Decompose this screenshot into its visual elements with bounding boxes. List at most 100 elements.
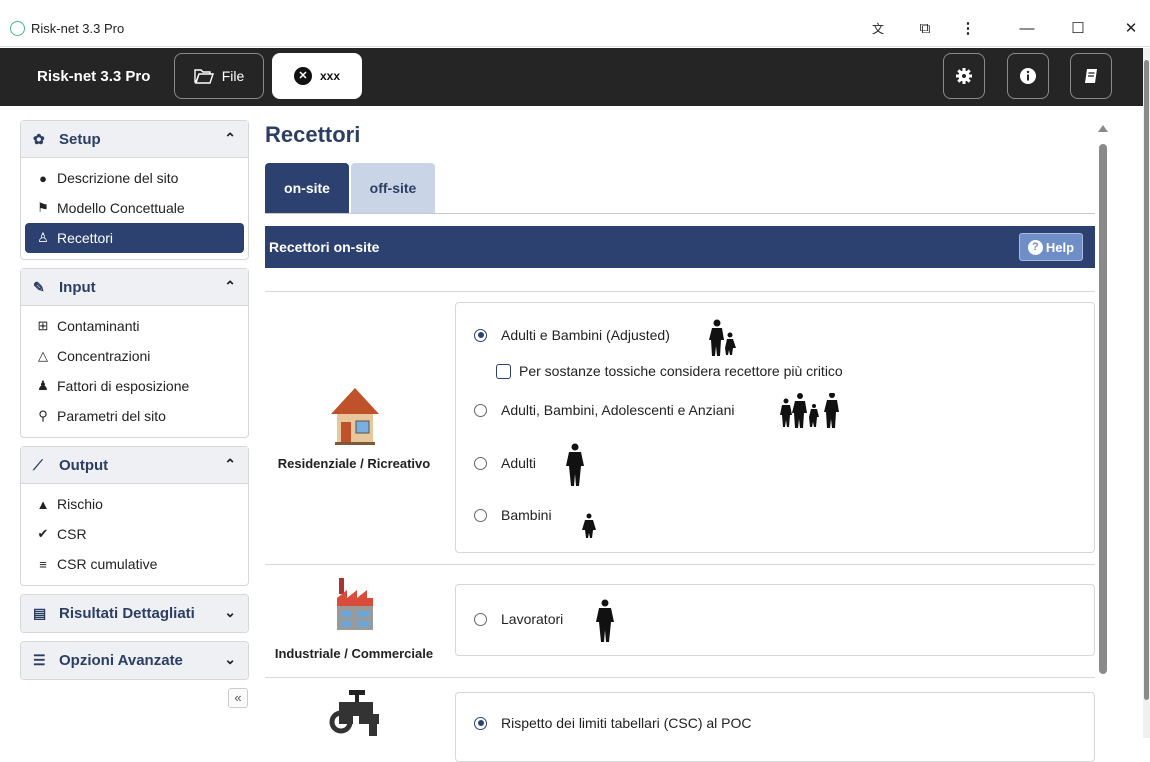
- option-adulti-bambini-adjusted[interactable]: Adulti e Bambini (Adjusted): [474, 327, 670, 343]
- table-icon: ▤: [33, 605, 47, 621]
- sidebar-item-fattori[interactable]: ♟ Fattori di esposizione: [25, 371, 244, 401]
- file-button-label: File: [221, 68, 245, 84]
- family-figures-icon: [780, 393, 839, 428]
- check-circle-icon: ✔: [37, 526, 49, 541]
- option-lavoratori[interactable]: Lavoratori: [474, 611, 563, 627]
- sidebar-item-label: Parametri del sito: [57, 408, 166, 424]
- close-project-icon[interactable]: ✕: [293, 67, 312, 85]
- manual-button[interactable]: [1070, 53, 1112, 99]
- window-titlebar: Risk-net 3.3 Pro 文 ⧉ ⋮ — ☐ ✕: [0, 0, 1150, 47]
- main-content: Recettori on-site off-site Recettori on-…: [265, 106, 1095, 762]
- sidebar-item-label: Rischio: [57, 496, 103, 512]
- list-icon: ≡: [39, 556, 47, 572]
- plus-square-icon: ⊞: [37, 318, 49, 333]
- gear-icon: ✿: [33, 130, 45, 147]
- section-label: Output: [59, 456, 109, 474]
- options-box-industriale: Lavoratori: [455, 584, 1095, 656]
- line-chart-icon: ⟋: [33, 456, 43, 473]
- option-label: Rispetto dei limiti tabellari (CSC) al P…: [501, 715, 752, 731]
- radio-button[interactable]: [474, 612, 487, 626]
- content-scrollbar[interactable]: [1097, 120, 1109, 738]
- sidebar-item-label: CSR: [57, 526, 87, 542]
- chevron-up-icon[interactable]: ⌃: [224, 456, 236, 473]
- sidebar-item-label: Concentrazioni: [57, 348, 151, 364]
- tab-divider: [265, 213, 1095, 214]
- adult-figure-icon: [566, 443, 584, 486]
- radio-button[interactable]: [474, 403, 487, 417]
- project-tab-button[interactable]: ✕ xxx: [272, 53, 362, 99]
- section-label: Input: [59, 278, 96, 296]
- scroll-thumb[interactable]: [1099, 144, 1107, 674]
- sidebar-item-recettori[interactable]: ♙ Recettori: [25, 223, 244, 253]
- tab-off-site[interactable]: off-site: [351, 163, 435, 213]
- sidebar-section-header-risultati[interactable]: ▤ Risultati Dettagliati ⌄: [21, 595, 248, 632]
- radio-button[interactable]: [474, 456, 487, 470]
- brand-label: Risk-net 3.3 Pro: [37, 68, 151, 85]
- sidebar-item-csr-cumulative[interactable]: ≡ CSR cumulative: [25, 549, 244, 579]
- maximize-button[interactable]: ☐: [1067, 20, 1089, 38]
- radio-button[interactable]: [474, 716, 487, 730]
- sidebar-section-header-opzioni[interactable]: ☰ Opzioni Avanzate ⌄: [21, 642, 248, 679]
- sidebar-item-csr[interactable]: ✔ CSR: [25, 519, 244, 549]
- sidebar-section-header-output[interactable]: ⟋ Output ⌃: [21, 447, 248, 484]
- scroll-up-arrow-icon[interactable]: [1098, 125, 1108, 132]
- sidebar-section-header-setup[interactable]: ✿ Setup ⌃: [21, 121, 248, 158]
- app-logo-icon: [10, 21, 25, 36]
- radio-button[interactable]: [474, 508, 487, 522]
- translate-icon[interactable]: 文: [867, 20, 889, 38]
- window-scrollbar[interactable]: [1143, 48, 1150, 738]
- tab-on-site[interactable]: on-site: [265, 163, 349, 213]
- warning-icon: ▲: [36, 496, 50, 512]
- sidebar-item-label: Descrizione del sito: [57, 170, 179, 186]
- adult-child-figure-icon: [709, 319, 736, 356]
- sitemap-icon: ⚑: [37, 200, 49, 215]
- help-button[interactable]: ? Help: [1019, 233, 1083, 261]
- chevron-down-icon[interactable]: ⌄: [224, 651, 236, 668]
- settings-button[interactable]: [943, 53, 985, 99]
- option-label: Per sostanze tossiche considera recettor…: [519, 363, 843, 379]
- window-title: Risk-net 3.3 Pro: [31, 21, 125, 36]
- option-recettore-critico[interactable]: Per sostanze tossiche considera recettor…: [496, 363, 843, 379]
- info-button[interactable]: [1007, 53, 1049, 99]
- sidebar-item-rischio[interactable]: ▲ Rischio: [25, 489, 244, 519]
- chevron-up-icon[interactable]: ⌃: [224, 130, 236, 147]
- edit-icon: ✎: [33, 278, 45, 295]
- collapse-sidebar-button[interactable]: «: [228, 688, 248, 708]
- option-rispetto-limiti-csc[interactable]: Rispetto dei limiti tabellari (CSC) al P…: [474, 715, 752, 731]
- house-icon: [331, 388, 379, 445]
- flask-icon: △: [38, 348, 48, 363]
- radio-button[interactable]: [474, 328, 487, 342]
- sidebar-section-header-input[interactable]: ✎ Input ⌃: [21, 269, 248, 306]
- option-adulti[interactable]: Adulti: [474, 455, 536, 471]
- divider: [265, 291, 1095, 292]
- checkbox[interactable]: [496, 363, 511, 379]
- sliders-icon: ☰: [33, 652, 46, 668]
- panel-header: Recettori on-site ? Help: [265, 226, 1095, 268]
- section-label: Setup: [59, 130, 101, 148]
- file-button[interactable]: File: [174, 53, 264, 99]
- minimize-button[interactable]: —: [1016, 20, 1038, 38]
- more-menu-icon[interactable]: ⋮: [957, 20, 979, 38]
- info-circle-icon: ●: [39, 170, 47, 186]
- chevron-down-icon[interactable]: ⌄: [224, 604, 236, 621]
- option-label: Adulti, Bambini, Adolescenti e Anziani: [501, 402, 735, 418]
- section-label: Opzioni Avanzate: [59, 652, 183, 669]
- extension-icon[interactable]: ⧉: [914, 20, 936, 38]
- window-scroll-thumb[interactable]: [1144, 60, 1149, 700]
- person-icon: ♙: [37, 230, 49, 245]
- sidebar-item-parametri[interactable]: ⚲ Parametri del sito: [25, 401, 244, 431]
- sidebar-item-contaminanti[interactable]: ⊞ Contaminanti: [25, 311, 244, 341]
- chevron-up-icon[interactable]: ⌃: [224, 278, 236, 295]
- option-adulti-bambini-adolescenti-anziani[interactable]: Adulti, Bambini, Adolescenti e Anziani: [474, 402, 734, 418]
- sidebar-item-modello[interactable]: ⚑ Modello Concettuale: [25, 193, 244, 223]
- sidebar-item-descrizione[interactable]: ● Descrizione del sito: [25, 163, 244, 193]
- close-button[interactable]: ✕: [1120, 20, 1142, 38]
- sidebar-item-label: Fattori di esposizione: [57, 378, 190, 394]
- folder-open-icon: [194, 69, 214, 84]
- help-label: Help: [1045, 239, 1075, 255]
- sidebar-item-concentrazioni[interactable]: △ Concentrazioni: [25, 341, 244, 371]
- sidebar-section-output: ⟋ Output ⌃ ▲ Rischio ✔ CSR ≡ CSR cumulative: [20, 446, 249, 586]
- option-bambini[interactable]: Bambini: [474, 507, 552, 523]
- options-box-falda: Rispetto dei limiti tabellari (CSC) al P…: [455, 692, 1095, 762]
- sidebar-section-risultati: ▤ Risultati Dettagliati ⌄: [20, 594, 249, 633]
